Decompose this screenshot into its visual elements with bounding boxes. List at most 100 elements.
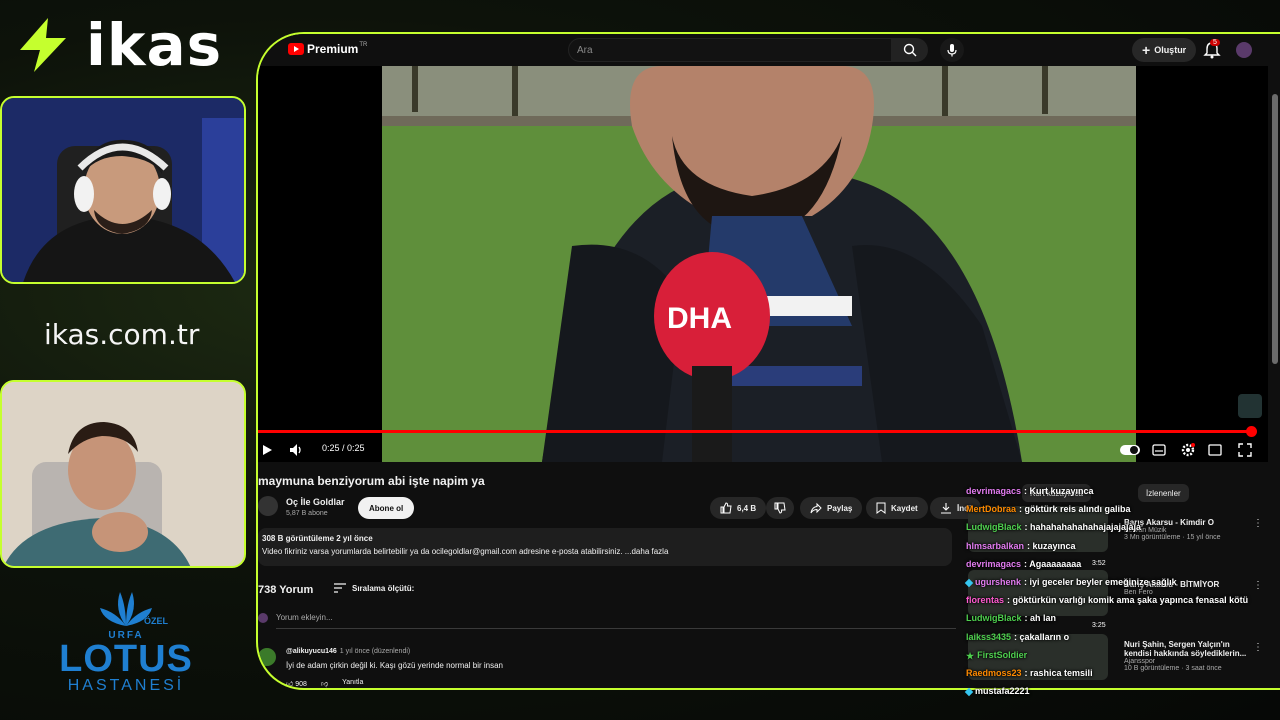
share-button[interactable]: Paylaş	[800, 497, 863, 519]
chat-text: : iyi geceler beyler emeğinize sağlık	[1024, 577, 1177, 587]
like-count: 6,4 B	[737, 503, 757, 513]
chat-message: Raedmoss23: rashica temsili	[966, 668, 1093, 678]
webcam-guest	[0, 380, 246, 568]
recommendation-channel: Ajansspor	[1124, 658, 1156, 665]
comment-dislike-button[interactable]: 👎︎	[321, 679, 328, 688]
chat-username[interactable]: LudwigBlack	[966, 522, 1022, 532]
create-button[interactable]: + Oluştur	[1132, 38, 1197, 62]
channel-name[interactable]: Oç İle Goldlar	[286, 497, 345, 507]
subtitles-icon[interactable]	[1152, 444, 1166, 456]
video-frame: DHA	[382, 66, 1136, 462]
sort-label: Sıralama ölçütü:	[352, 583, 415, 593]
chat-username[interactable]: devrimagacs	[966, 486, 1021, 496]
autoplay-toggle-icon[interactable]	[1120, 444, 1140, 456]
chat-message: MertDobraa: göktürk reis alındı galiba	[966, 504, 1131, 514]
lightning-bolt-icon	[20, 18, 66, 72]
download-icon	[941, 503, 951, 514]
play-icon[interactable]	[260, 443, 274, 457]
video-scene: DHA	[382, 66, 1136, 462]
time-display: 0:25 / 0:25	[322, 443, 365, 453]
chat-text: : göktürkün varlığı komik ama şaka yapın…	[1007, 595, 1249, 605]
comment-text: İyi de adam çirkin değil ki. Kaşı gözü y…	[286, 661, 503, 670]
star-icon: ★	[966, 651, 975, 661]
chat-username[interactable]: LudwigBlack	[966, 613, 1022, 623]
search-button[interactable]	[892, 38, 928, 62]
share-icon	[810, 502, 822, 514]
chat-message: hlmsarbalkan: kuzayınca	[966, 541, 1076, 551]
sponsor-name: ikas	[86, 11, 223, 79]
voice-search-button[interactable]	[940, 38, 964, 62]
sort-icon	[334, 583, 346, 593]
fullscreen-icon[interactable]	[1238, 443, 1252, 457]
hospital-ozel-label: ÖZEL	[144, 616, 168, 626]
save-button[interactable]: Kaydet	[866, 497, 928, 519]
youtube-country: TR	[359, 42, 368, 48]
chat-text: : kuzayınca	[1027, 541, 1076, 551]
chat-username[interactable]: Raedmoss23	[966, 668, 1022, 678]
like-button[interactable]: 6,4 B	[710, 497, 767, 519]
youtube-window: Premium TR Ara + Oluştur 5 DHA 0:25 / 0:…	[256, 32, 1280, 690]
chat-username[interactable]: devrimagacs	[966, 559, 1021, 569]
chat-username[interactable]: florentas	[966, 595, 1004, 605]
chat-text: : ah lan	[1024, 613, 1057, 623]
sponsor-logo: ikas	[14, 14, 222, 76]
share-label: Paylaş	[827, 503, 853, 513]
my-avatar	[258, 613, 268, 623]
chat-message: florentas: göktürkün varlığı komik ama ş…	[966, 595, 1248, 605]
more-options-icon[interactable]: ⋮	[1253, 642, 1263, 653]
comment-like-button[interactable]: 👍︎ 908	[286, 679, 307, 688]
chip-watched[interactable]: İzlenenler	[1138, 484, 1189, 502]
comment-reply-button[interactable]: Yanıtla	[342, 679, 363, 688]
chat-message: LudwigBlack: ah lan	[966, 613, 1056, 623]
subscribe-button[interactable]: Abone ol	[358, 497, 415, 519]
progress-scrubber[interactable]	[1246, 426, 1257, 437]
add-comment-input[interactable]: Yorum ekleyin...	[276, 613, 956, 629]
svg-text:DHA: DHA	[667, 302, 732, 335]
more-options-icon[interactable]: ⋮	[1253, 518, 1263, 529]
more-options-icon[interactable]: ⋮	[1253, 580, 1263, 591]
chat-username[interactable]: mustafa2221	[975, 686, 1030, 696]
hospital-logo: ÖZEL URFA LOTUS HASTANESİ	[56, 588, 196, 695]
description-meta: 308 B görüntüleme 2 yıl önce	[262, 534, 373, 543]
comment-user[interactable]: @alikuyucu146	[286, 648, 337, 655]
comment-header: @alikuyucu146 1 yıl önce (düzenlendi)	[286, 648, 410, 655]
search-input[interactable]: Ara	[568, 38, 892, 62]
chat-username[interactable]: laikss3435	[966, 632, 1011, 642]
youtube-logo[interactable]: Premium TR	[288, 42, 367, 56]
chat-text: : Kurt kuzayınca	[1024, 486, 1094, 496]
chat-username[interactable]: ugurshenk	[975, 577, 1021, 587]
channel-avatar[interactable]	[258, 496, 278, 516]
progress-bar[interactable]	[258, 430, 1248, 433]
video-description[interactable]: 308 B görüntüleme 2 yıl önce Video fikri…	[258, 528, 952, 566]
youtube-header: Premium TR Ara + Oluştur 5	[258, 34, 1280, 66]
page-scrollbar[interactable]	[1272, 94, 1278, 364]
chat-message: ugurshenk: iyi geceler beyler emeğinize …	[964, 577, 1177, 588]
create-label: Oluştur	[1154, 45, 1187, 55]
search-icon	[903, 43, 917, 57]
channel-watermark[interactable]	[1238, 394, 1262, 418]
sort-button[interactable]: Sıralama ölçütü:	[334, 583, 414, 593]
recommendation-duration: 3:52	[1092, 560, 1106, 567]
chat-username[interactable]: MertDobraa	[966, 504, 1016, 514]
chat-message: LudwigBlack: hahahahahahahajajajajaja	[966, 522, 1141, 532]
volume-icon[interactable]	[288, 442, 304, 458]
plus-icon: +	[1142, 42, 1151, 58]
theater-mode-icon[interactable]	[1208, 444, 1222, 456]
comment-avatar[interactable]	[258, 648, 276, 666]
chat-message: laikss3435: çakalların o	[966, 632, 1069, 642]
thumbs-up-icon	[720, 502, 732, 514]
dislike-button[interactable]	[766, 497, 794, 519]
diamond-icon	[964, 578, 974, 588]
chat-username[interactable]: FirstSoldier	[977, 650, 1027, 660]
recommendation-title: Nuri Şahin, Sergen Yalçın'ın kendisi hak…	[1124, 640, 1247, 658]
chat-text: : göktürk reis alındı galiba	[1019, 504, 1131, 514]
description-text: Video fikriniz varsa yorumlarda belirteb…	[262, 547, 669, 556]
account-avatar[interactable]	[1236, 42, 1252, 58]
channel-subscribers: 5,87 B abone	[286, 510, 328, 517]
chat-username[interactable]: hlmsarbalkan	[966, 541, 1024, 551]
settings-gear-icon[interactable]	[1180, 442, 1196, 458]
video-player[interactable]: DHA 0:25 / 0:25	[258, 66, 1268, 462]
comment-actions: 👍︎ 908 👎︎ Yanıtla	[286, 679, 363, 688]
hospital-subtitle: HASTANESİ	[67, 677, 185, 695]
recommendation-item[interactable]: Nuri Şahin, Sergen Yalçın'ın kendisi hak…	[1124, 640, 1248, 672]
